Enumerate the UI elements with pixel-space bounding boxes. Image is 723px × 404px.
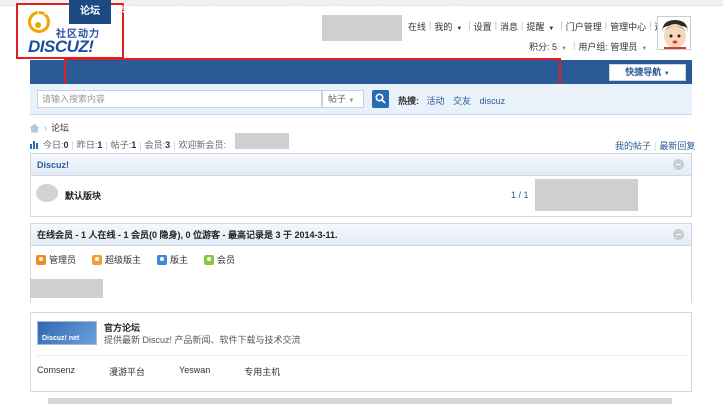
legend-admin: 管理员	[36, 253, 76, 266]
category-header: Discuz!	[31, 154, 691, 176]
home-icon[interactable]	[29, 123, 40, 133]
chevron-down-icon: ▼	[561, 46, 567, 52]
nav-guide[interactable]: 导读	[111, 0, 151, 24]
nav-blog[interactable]: 日志	[397, 0, 438, 24]
nav-share[interactable]: 分享	[479, 0, 520, 24]
breadcrumb-current[interactable]: 论坛	[51, 121, 69, 134]
my-posts-link[interactable]: 我的帖子	[615, 141, 651, 151]
hot-label: 热搜:	[398, 96, 419, 106]
chevron-down-icon: ▼	[548, 26, 555, 32]
legend-moderator: 版主	[157, 253, 188, 266]
quick-nav-button[interactable]: 快捷导航 ▼	[609, 64, 686, 81]
legend-member: 会员	[204, 253, 235, 266]
stats-chart-icon	[30, 141, 38, 149]
category-title[interactable]: Discuz!	[37, 160, 69, 170]
nav-broadcast[interactable]: 广播	[151, 0, 192, 24]
logo-text-en: DISCUZ!	[28, 37, 94, 56]
stat-yesterday-label: 昨日:	[76, 140, 98, 150]
horizontal-scrollbar[interactable]	[48, 398, 672, 404]
search-scope-select[interactable]: 帖子 ▼	[322, 90, 364, 108]
nav-portal[interactable]: 门户	[30, 0, 64, 24]
search-icon	[375, 93, 386, 104]
search-button[interactable]	[372, 90, 389, 108]
official-forum-desc: 提供最新 Discuz! 产品新闻、软件下载与技术交流	[104, 335, 301, 345]
link-portal-manage[interactable]: 门户管理	[563, 20, 605, 33]
official-forum-logo[interactable]: Discuz! net	[37, 321, 97, 345]
nav-records[interactable]: 记录	[520, 0, 561, 24]
nav-help[interactable]: 帮助	[315, 0, 356, 24]
redacted-online-user	[30, 279, 103, 298]
online-legend: 管理员 超级版主 版主 会员	[36, 253, 235, 266]
right-links: 我的帖子 | 最新回复	[615, 141, 696, 151]
friend-link[interactable]: 专用主机	[244, 365, 280, 378]
hot-term[interactable]: discuz	[480, 96, 506, 106]
member-icon	[204, 254, 215, 265]
nav-plugins[interactable]: 插件	[274, 0, 315, 24]
breadcrumb: › 论坛	[29, 121, 69, 134]
hot-searches: 热搜: 活动 交友 discuz	[398, 94, 508, 107]
latest-reply-link[interactable]: 最新回复	[659, 141, 695, 151]
stat-members-label: 会员:	[144, 140, 166, 150]
divider	[35, 355, 687, 356]
chevron-down-icon: ▼	[641, 46, 648, 52]
link-admin-center[interactable]: 管理中心	[607, 20, 649, 33]
avatar[interactable]	[657, 16, 691, 50]
nav-album[interactable]: 相册	[438, 0, 479, 24]
collapse-icon[interactable]	[673, 159, 684, 170]
online-header: 在线会员 - 1 人在线 - 1 会员(0 隐身), 0 位游客 - 最高记录是…	[31, 224, 691, 246]
friend-links: Comsenz 漫游平台 Yeswan 专用主机	[37, 365, 314, 378]
chevron-down-icon: ▼	[348, 98, 355, 104]
nav-feed[interactable]: 动态	[233, 0, 274, 24]
forum-stats: 今日: 0 | 昨日: 1 | 帖子: 1 | 会员: 3 | 欢迎新会员:	[30, 138, 226, 151]
stat-posts-label: 帖子:	[110, 140, 132, 150]
nav-groups[interactable]: 群组	[192, 0, 233, 24]
avatar-icon	[658, 17, 690, 49]
friend-link[interactable]: Comsenz	[37, 365, 75, 378]
redacted-last-post	[535, 179, 638, 211]
forum-count: 1 / 1	[511, 190, 529, 200]
breadcrumb-arrow-icon: ›	[44, 122, 47, 133]
search-input[interactable]: 请输入搜索内容	[37, 90, 322, 108]
legend-super-moderator: 超级版主	[92, 253, 141, 266]
friend-link[interactable]: 漫游平台	[109, 365, 145, 378]
hot-term[interactable]: 交友	[453, 96, 471, 106]
admin-icon	[36, 254, 46, 265]
usergroup-link[interactable]: 用户组: 管理员 ▼	[575, 40, 653, 53]
nav-forum[interactable]: 论坛	[69, 0, 111, 24]
hot-term[interactable]: 活动	[427, 96, 445, 106]
chevron-down-icon: ▼	[456, 26, 463, 32]
moderator-icon	[157, 254, 168, 265]
stat-today-label: 今日:	[43, 140, 64, 150]
friend-link[interactable]: Yeswan	[179, 365, 210, 378]
official-links-panel: Discuz! net 官方论坛 提供最新 Discuz! 产品新闻、软件下载与…	[30, 312, 692, 392]
points-link[interactable]: 积分: 5 ▼	[526, 40, 573, 53]
collapse-icon[interactable]	[673, 229, 684, 240]
chevron-down-icon: ▼	[663, 71, 670, 77]
forum-bubble-icon	[36, 184, 58, 202]
user-meta: 积分: 5 ▼ | 用户组: 管理员 ▼	[526, 40, 653, 53]
nav-highlight-box	[64, 58, 561, 86]
super-moderator-icon	[92, 254, 103, 265]
online-summary[interactable]: 在线会员 - 1 人在线 - 1 会员(0 隐身), 0 位游客 - 最高记录是…	[37, 230, 338, 240]
redacted-new-member	[235, 133, 289, 149]
nav-collection[interactable]: 淘帖	[356, 0, 397, 24]
stat-welcome-label: 欢迎新会员:	[178, 140, 227, 150]
forum-name[interactable]: 默认版块	[65, 189, 101, 202]
